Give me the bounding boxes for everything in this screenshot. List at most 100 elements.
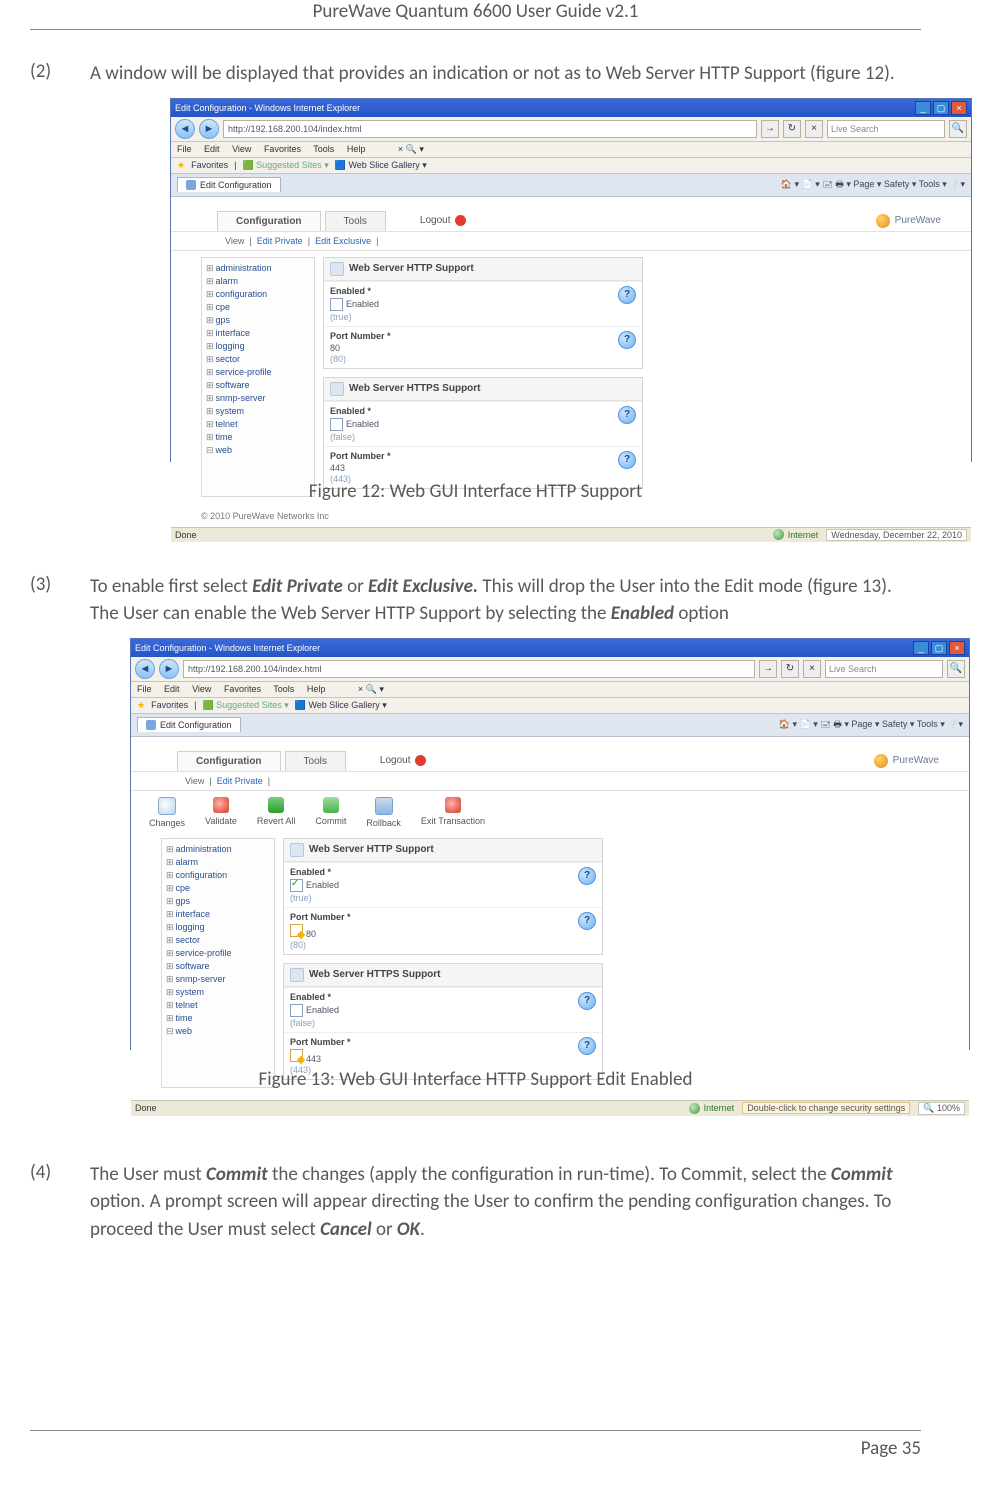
menu-view[interactable]: View	[192, 684, 211, 694]
subtab-view[interactable]: View	[225, 236, 244, 246]
minimize-icon[interactable]: _	[915, 101, 931, 115]
menu-help[interactable]: Help	[307, 684, 326, 694]
ie-menubar[interactable]: File Edit View Favorites Tools Help × 🔍 …	[171, 142, 971, 158]
back-button[interactable]: ◄	[175, 119, 195, 139]
ie-tab[interactable]: Edit Configuration	[137, 717, 241, 732]
menu-favorites[interactable]: Favorites	[264, 144, 301, 154]
revert-icon	[268, 797, 284, 813]
web-slice-gallery[interactable]: 🟦 Web Slice Gallery ▾	[295, 700, 387, 711]
menu-favorites[interactable]: Favorites	[224, 684, 261, 694]
checkbox-icon[interactable]	[330, 298, 343, 311]
help-icon[interactable]: ?	[578, 912, 596, 930]
refresh-button[interactable]: ↻	[783, 120, 801, 138]
url-field[interactable]: http://192.168.200.104/index.html	[223, 120, 757, 138]
window-buttons[interactable]: _▢×	[911, 641, 965, 655]
exit-icon	[445, 797, 461, 813]
nav-tree[interactable]: ⊞administration ⊞alarm ⊞configuration ⊞c…	[201, 257, 315, 497]
favorites-label[interactable]: Favorites	[151, 700, 188, 710]
logout-link[interactable]: Logout	[380, 755, 426, 766]
tab-configuration[interactable]: Configuration	[177, 751, 281, 771]
http-enabled-default: (true)	[330, 312, 379, 322]
fig13-titlebar: Edit Configuration - Windows Internet Ex…	[131, 639, 969, 657]
help-icon[interactable]: ?	[618, 451, 636, 469]
fig12-title: Edit Configuration - Windows Internet Ex…	[175, 103, 360, 113]
star-icon[interactable]: ★	[137, 700, 145, 711]
checkbox-checked-icon[interactable]	[290, 879, 303, 892]
step-2: (2) A window will be displayed that prov…	[30, 60, 921, 88]
forward-button[interactable]: ►	[199, 119, 219, 139]
step-2-num: (2)	[30, 60, 90, 88]
menu-tools[interactable]: Tools	[313, 144, 334, 154]
ie-menubar[interactable]: File Edit View Favorites Tools Help × 🔍 …	[131, 682, 969, 698]
menu-view[interactable]: View	[232, 144, 251, 154]
status-security[interactable]: Double-click to change security settings	[742, 1102, 910, 1114]
help-icon[interactable]: ?	[618, 286, 636, 304]
ie-tools[interactable]: 🏠 ▾ 📄 ▾ 🖃 🖶 ▾ Page ▾ Safety ▾ Tools ▾ ❔▾	[779, 717, 963, 733]
go-button[interactable]: →	[759, 660, 777, 678]
https-enabled-value[interactable]: Enabled	[290, 1004, 339, 1017]
search-box[interactable]: Live Search	[827, 120, 945, 138]
subtab-edit-private[interactable]: Edit Private	[257, 236, 303, 246]
help-icon[interactable]: ?	[578, 1037, 596, 1055]
maximize-icon[interactable]: ▢	[931, 641, 947, 655]
maximize-icon[interactable]: ▢	[933, 101, 949, 115]
validate-icon	[213, 797, 229, 813]
menu-file[interactable]: File	[177, 144, 192, 154]
tab-tools[interactable]: Tools	[285, 751, 346, 771]
go-button[interactable]: →	[761, 120, 779, 138]
refresh-button[interactable]: ↻	[781, 660, 799, 678]
menu-tools[interactable]: Tools	[273, 684, 294, 694]
help-icon[interactable]: ?	[618, 331, 636, 349]
search-button[interactable]: 🔍	[947, 660, 965, 678]
checkbox-icon[interactable]	[290, 1004, 303, 1017]
star-icon[interactable]: ★	[177, 160, 185, 171]
tool-validate[interactable]: Validate	[205, 797, 237, 828]
stop-button[interactable]: ×	[805, 120, 823, 138]
tool-revert[interactable]: Revert All	[257, 797, 296, 828]
back-button[interactable]: ◄	[135, 659, 155, 679]
tab-configuration[interactable]: Configuration	[217, 211, 321, 231]
help-icon[interactable]: ?	[578, 992, 596, 1010]
forward-button[interactable]: ►	[159, 659, 179, 679]
logout-link[interactable]: Logout	[420, 215, 466, 226]
web-slice-gallery[interactable]: 🟦 Web Slice Gallery ▾	[335, 160, 427, 171]
minimize-icon[interactable]: _	[913, 641, 929, 655]
checkbox-icon[interactable]	[330, 418, 343, 431]
subtab-edit-private[interactable]: Edit Private	[217, 776, 263, 786]
menu-help[interactable]: Help	[347, 144, 366, 154]
close-icon[interactable]: ×	[951, 101, 967, 115]
edit-icon[interactable]	[290, 924, 303, 937]
nav-tree[interactable]: ⊞administration ⊞alarm ⊞configuration ⊞c…	[161, 838, 275, 1088]
url-field[interactable]: http://192.168.200.104/index.html	[183, 660, 755, 678]
tool-rollback[interactable]: Rollback	[366, 797, 401, 828]
ie-tools[interactable]: 🏠 ▾ 📄 ▾ 🖃 🖶 ▾ Page ▾ Safety ▾ Tools ▾ ❔▾	[781, 177, 965, 193]
stop-button[interactable]: ×	[803, 660, 821, 678]
tab-tools[interactable]: Tools	[325, 211, 386, 231]
tool-exit[interactable]: Exit Transaction	[421, 797, 485, 828]
suggested-sites[interactable]: 🟩 Suggested Sites ▾	[242, 160, 328, 171]
search-box[interactable]: Live Search	[825, 660, 943, 678]
favorites-label[interactable]: Favorites	[191, 160, 228, 170]
subtab-view[interactable]: View	[185, 776, 204, 786]
http-port-value[interactable]: 80	[290, 924, 351, 939]
globe-icon	[773, 529, 784, 540]
http-enabled-value[interactable]: Enabled	[290, 879, 339, 892]
panel-https: Web Server HTTPS Support Enabled * Enabl…	[323, 377, 643, 489]
menu-file[interactable]: File	[137, 684, 152, 694]
suggested-sites[interactable]: 🟩 Suggested Sites ▾	[202, 700, 288, 711]
tool-changes[interactable]: Changes	[149, 797, 185, 828]
help-icon[interactable]: ?	[578, 867, 596, 885]
https-port-value: 443	[330, 463, 391, 473]
edit-icon[interactable]	[290, 1049, 303, 1062]
subtab-edit-exclusive[interactable]: Edit Exclusive	[315, 236, 371, 246]
ie-tab[interactable]: Edit Configuration	[177, 177, 281, 192]
menu-edit[interactable]: Edit	[204, 144, 220, 154]
close-icon[interactable]: ×	[949, 641, 965, 655]
tool-commit[interactable]: Commit	[315, 797, 346, 828]
https-port-value[interactable]: 443	[290, 1049, 351, 1064]
help-icon[interactable]: ?	[618, 406, 636, 424]
window-buttons[interactable]: _▢×	[913, 101, 967, 115]
search-button[interactable]: 🔍	[949, 120, 967, 138]
status-zoom[interactable]: 🔍 100%	[918, 1102, 965, 1115]
menu-edit[interactable]: Edit	[164, 684, 180, 694]
